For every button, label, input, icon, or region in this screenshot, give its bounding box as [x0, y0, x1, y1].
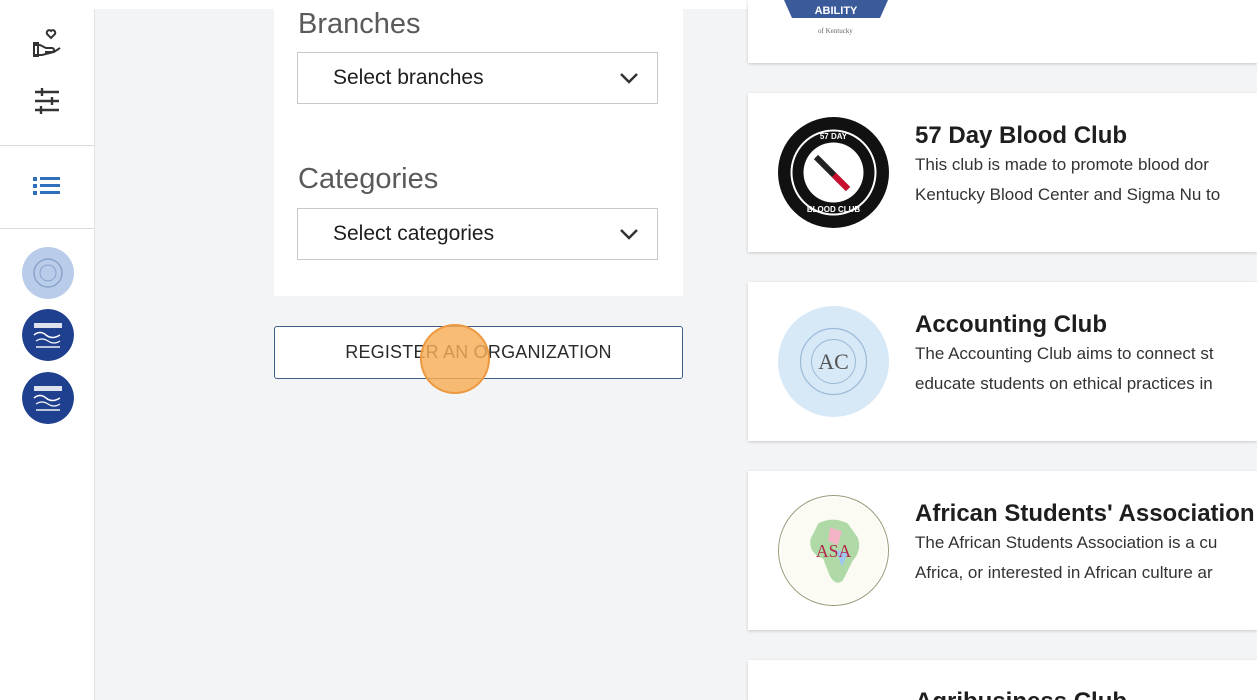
org-name[interactable]: 57 Day Blood Club: [915, 122, 1127, 150]
org-logo: AC: [778, 306, 889, 417]
org-description: Africa, or interested in African culture…: [915, 563, 1213, 582]
org-avatar[interactable]: [22, 309, 74, 361]
org-card[interactable]: AC Accounting Club The Accounting Club a…: [748, 282, 1257, 441]
org-name[interactable]: African Students' Association: [915, 500, 1255, 528]
click-indicator: [420, 324, 490, 394]
org-description: Kentucky Blood Center and Sigma Nu to: [915, 185, 1221, 204]
org-card[interactable]: ABILITY of Kentucky: [748, 0, 1257, 63]
logo-text: 57 DAY: [820, 132, 848, 141]
org-logo: 57 DAY BLOOD CLUB: [778, 117, 889, 228]
org-description: educate students on ethical practices in: [915, 374, 1213, 393]
org-name[interactable]: Agribusiness Club: [915, 688, 1127, 700]
categories-select-value: Select categories: [333, 222, 495, 245]
left-sidebar: [0, 9, 95, 700]
rail-divider: [0, 228, 94, 229]
org-description: The Accounting Club aims to connect st: [915, 344, 1214, 363]
sliders-icon[interactable]: [24, 81, 70, 121]
chevron-down-icon: [619, 71, 639, 90]
org-card[interactable]: Agribusiness Club: [748, 660, 1257, 700]
list-icon[interactable]: [24, 166, 70, 206]
logo-text: AC: [818, 349, 849, 374]
categories-select[interactable]: Select categories: [297, 208, 658, 260]
org-card[interactable]: ASA African Students' Association The Af…: [748, 471, 1257, 630]
logo-text: BLOOD CLUB: [807, 205, 861, 214]
org-logo: ABILITY of Kentucky: [784, 0, 888, 35]
branches-label: Branches: [298, 8, 421, 40]
org-description: This club is made to promote blood dor: [915, 155, 1209, 174]
org-name[interactable]: Accounting Club: [915, 311, 1107, 339]
branches-select-value: Select branches: [333, 66, 484, 89]
rail-divider: [0, 145, 94, 146]
org-logo: ASA: [778, 495, 889, 606]
org-card[interactable]: 57 DAY BLOOD CLUB 57 Day Blood Club This…: [748, 93, 1257, 252]
chevron-down-icon: [619, 227, 639, 246]
categories-label: Categories: [298, 163, 439, 195]
logo-text: ABILITY: [815, 5, 858, 17]
branches-select[interactable]: Select branches: [297, 52, 658, 104]
org-avatar[interactable]: [22, 247, 74, 299]
org-avatar[interactable]: [22, 372, 74, 424]
logo-text: ASA: [816, 541, 852, 561]
filter-panel: Branches Select branches Categories Sele…: [274, 0, 683, 296]
heart-hand-icon[interactable]: [24, 23, 70, 63]
org-description: The African Students Association is a cu: [915, 533, 1218, 552]
logo-subtext: of Kentucky: [818, 27, 853, 35]
